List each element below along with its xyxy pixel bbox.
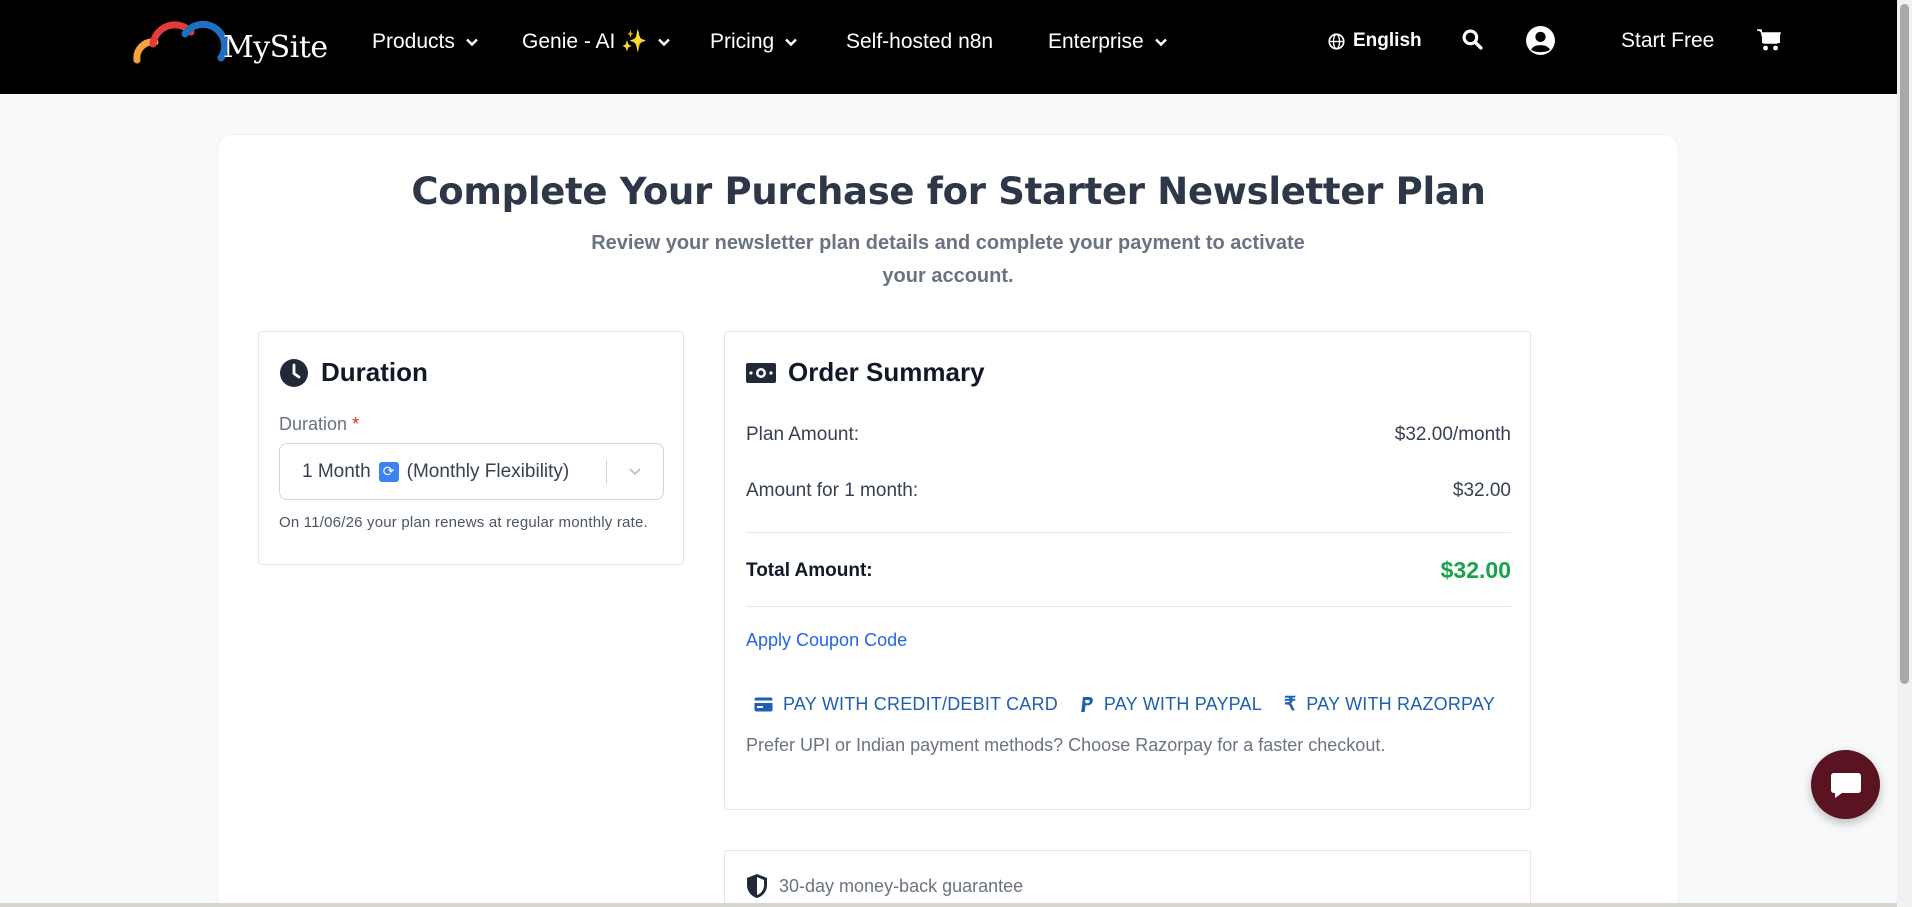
money-icon [746, 362, 776, 383]
order-summary-panel: Order Summary Plan Amount: $32.00/month … [724, 331, 1531, 810]
total-row: Total Amount: $32.00 [746, 557, 1511, 584]
duration-select-value-suffix: (Monthly Flexibility) [406, 460, 570, 482]
chat-widget-button[interactable] [1811, 750, 1880, 819]
chevron-down-icon[interactable] [627, 463, 643, 479]
account-button[interactable] [1525, 25, 1556, 56]
duration-heading-text: Duration [321, 357, 428, 387]
pay-card-button[interactable]: PAY WITH CREDIT/DEBIT CARD [754, 693, 1058, 716]
nav-enterprise[interactable]: Enterprise [1048, 30, 1168, 54]
guarantee-panel: 30-day money-back guarantee [724, 850, 1531, 907]
page-title: Complete Your Purchase for Starter Newsl… [411, 170, 1486, 213]
pay-razorpay-button[interactable]: ₹ PAY WITH RAZORPAY [1284, 693, 1495, 716]
plan-amount-label: Plan Amount: [746, 424, 860, 445]
site-logo[interactable]: MySite [133, 18, 328, 68]
paypal-icon [1081, 697, 1093, 712]
nav-self-hosted-label: Self-hosted n8n [846, 30, 994, 53]
chevron-down-icon [466, 38, 478, 47]
nav-products[interactable]: Products [372, 30, 479, 54]
plan-amount-value: $32.00/month [1394, 424, 1511, 445]
divider [746, 532, 1511, 533]
user-icon [1526, 26, 1555, 55]
guarantee-text: 30-day money-back guarantee [779, 875, 1024, 896]
nav-products-label: Products [372, 30, 455, 53]
period-amount-value: $32.00 [1452, 480, 1511, 501]
language-label: English [1353, 30, 1422, 51]
credit-card-icon [754, 697, 773, 712]
duration-heading: Duration [279, 357, 428, 388]
nav-pricing-label: Pricing [710, 30, 775, 53]
duration-panel: Duration Duration * 1 Month ⟳ (Monthly F… [258, 331, 684, 565]
duration-label-text: Duration [279, 414, 348, 434]
cart-icon [1757, 29, 1782, 51]
logo-arcs-icon [133, 20, 229, 64]
refresh-icon: ⟳ [378, 461, 399, 482]
period-amount-row: Amount for 1 month: $32.00 [746, 480, 1511, 502]
rupee-icon: ₹ [1283, 694, 1297, 715]
pay-card-label: PAY WITH CREDIT/DEBIT CARD [783, 694, 1058, 714]
clock-icon [280, 358, 308, 387]
plan-amount-row: Plan Amount: $32.00/month [746, 424, 1511, 446]
search-icon [1462, 29, 1483, 50]
renewal-note: On 11/06/26 your plan renews at regular … [279, 514, 648, 531]
apply-coupon-link[interactable]: Apply Coupon Code [746, 630, 907, 651]
duration-field-label: Duration * [279, 414, 359, 435]
page-subtitle: Review your newsletter plan details and … [591, 232, 1305, 287]
pay-razorpay-label: PAY WITH RAZORPAY [1306, 694, 1496, 714]
required-mark: * [352, 414, 360, 434]
chat-icon [1830, 772, 1861, 798]
shield-icon [747, 874, 767, 898]
nav-genie-label: Genie - AI ✨ [522, 30, 648, 53]
logo-text: MySite [223, 29, 328, 65]
chevron-down-icon [658, 38, 671, 47]
select-divider [606, 460, 607, 484]
cart-button[interactable] [1756, 28, 1782, 52]
nav-self-hosted[interactable]: Self-hosted n8n [846, 30, 993, 54]
period-amount-label: Amount for 1 month: [746, 480, 919, 501]
nav-pricing[interactable]: Pricing [710, 30, 798, 54]
pay-paypal-button[interactable]: PAY WITH PAYPAL [1080, 693, 1262, 716]
order-summary-heading: Order Summary [746, 357, 985, 388]
payment-note: Prefer UPI or Indian payment methods? Ch… [746, 735, 1386, 755]
top-navbar: MySite Products Genie - AI ✨ Pricing Sel… [0, 0, 1897, 94]
nav-enterprise-label: Enterprise [1048, 30, 1144, 53]
order-summary-heading-text: Order Summary [788, 357, 985, 387]
pay-paypal-label: PAY WITH PAYPAL [1103, 694, 1262, 714]
chevron-down-icon [785, 38, 798, 47]
language-selector[interactable]: English [1328, 30, 1422, 52]
page-scrollbar[interactable] [1897, 0, 1912, 907]
total-label: Total Amount: [746, 559, 873, 581]
nav-genie-ai[interactable]: Genie - AI ✨ [522, 30, 671, 54]
start-free-label: Start Free [1621, 29, 1715, 52]
duration-select[interactable]: 1 Month ⟳ (Monthly Flexibility) [279, 443, 664, 500]
globe-icon [1328, 32, 1345, 50]
duration-select-value: 1 Month [302, 460, 371, 482]
viewport-bottom-edge [0, 903, 1897, 907]
start-free-button[interactable]: Start Free [1621, 29, 1714, 53]
total-value: $32.00 [1440, 557, 1511, 583]
payment-options: PAY WITH CREDIT/DEBIT CARD PAY WITH PAYP… [754, 693, 1495, 716]
scrollbar-thumb[interactable] [1900, 4, 1909, 684]
guarantee-row: 30-day money-back guarantee [745, 873, 1023, 899]
chevron-down-icon [1154, 38, 1167, 47]
divider [746, 606, 1511, 607]
search-button[interactable] [1462, 29, 1483, 50]
